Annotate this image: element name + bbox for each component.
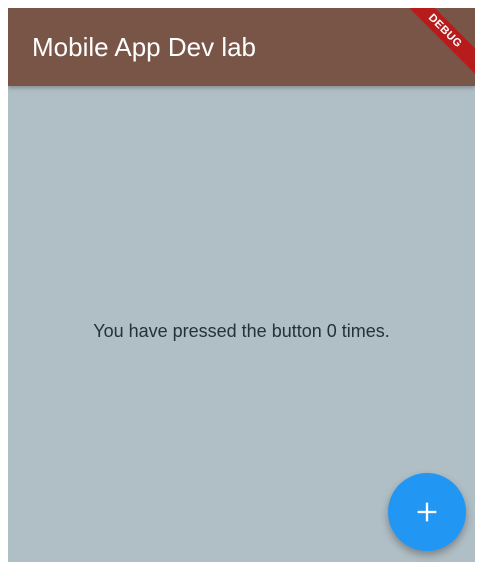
app-title: Mobile App Dev lab: [32, 32, 257, 62]
add-icon: [417, 502, 437, 522]
app-bar: Mobile App Dev lab DEBUG: [8, 8, 475, 87]
counter-message: You have pressed the button 0 times.: [93, 321, 390, 341]
debug-banner: DEBUG: [389, 8, 475, 87]
app-screen: Mobile App Dev lab DEBUG You have presse…: [8, 8, 475, 562]
increment-button[interactable]: [388, 473, 466, 551]
